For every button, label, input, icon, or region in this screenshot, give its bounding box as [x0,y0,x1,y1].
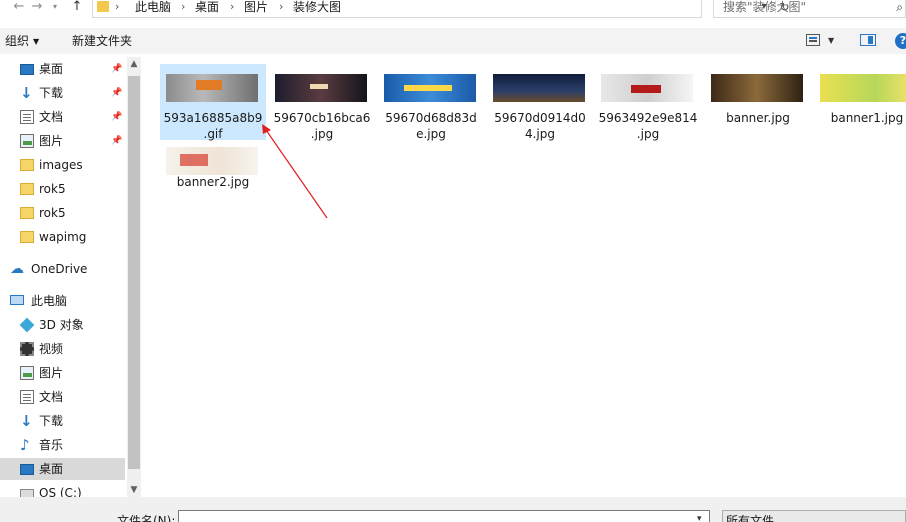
annotation-arrow [262,124,328,219]
chevron-down-icon[interactable]: ▾ [697,514,702,522]
file-name-bar: 文件名(N): ▾ 所有文件 [0,497,906,522]
file-name-input[interactable] [178,510,710,522]
file-name-label: 文件名(N): [117,514,176,522]
file-type-value: 所有文件 [726,514,775,522]
